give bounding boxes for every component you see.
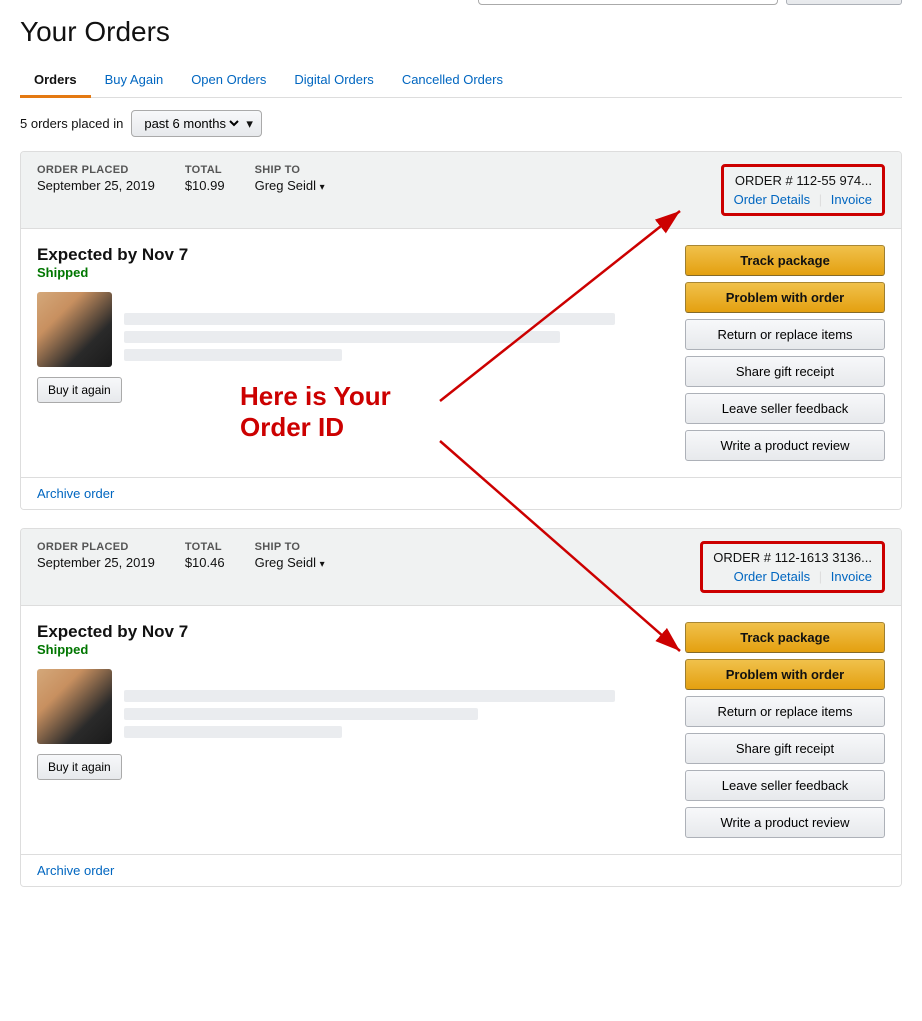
- order-header-1: ORDER PLACED September 25, 2019 TOTAL $1…: [21, 152, 901, 229]
- order-left-2: Expected by Nov 7 Shipped Buy it again: [37, 622, 669, 838]
- orders-container: Here is Your Order ID ORDER PLACED Septe…: [20, 151, 902, 887]
- time-filter-select[interactable]: past 6 months past 3 months past year 20…: [140, 115, 242, 132]
- archive-order-link-1[interactable]: Archive order: [37, 486, 114, 501]
- track-package-button-1[interactable]: Track package: [685, 245, 885, 276]
- product-info-1: [124, 313, 669, 367]
- tab-digital-orders[interactable]: Digital Orders: [280, 64, 387, 98]
- order-placed-section-1: ORDER PLACED September 25, 2019: [37, 164, 155, 193]
- shipped-label-1: Shipped: [37, 265, 669, 280]
- problem-order-button-1[interactable]: Problem with order: [685, 282, 885, 313]
- shipto-dropdown-icon-1[interactable]: ▾: [320, 182, 325, 193]
- order-links-2: Order Details | Invoice: [713, 569, 872, 584]
- problem-order-button-2[interactable]: Problem with order: [685, 659, 885, 690]
- order-total-value-2: $10.46: [185, 555, 225, 570]
- order-total-label-1: TOTAL: [185, 164, 225, 176]
- order-body-1: Expected by Nov 7 Shipped Buy it again: [21, 229, 901, 477]
- tab-open-orders[interactable]: Open Orders: [177, 64, 280, 98]
- order-placed-date-2: September 25, 2019: [37, 555, 155, 570]
- share-gift-button-1[interactable]: Share gift receipt: [685, 356, 885, 387]
- order-card-1: ORDER PLACED September 25, 2019 TOTAL $1…: [20, 151, 902, 510]
- order-shipto-name-1: Greg Seidl ▾: [255, 178, 325, 193]
- order-shipto-section-1: SHIP TO Greg Seidl ▾: [255, 164, 325, 193]
- order-placed-label-2: ORDER PLACED: [37, 541, 155, 553]
- tab-cancelled-orders[interactable]: Cancelled Orders: [388, 64, 517, 98]
- product-bar-1b: [124, 331, 560, 343]
- delivery-title-2: Expected by Nov 7: [37, 622, 669, 642]
- invoice-link-2[interactable]: Invoice: [831, 569, 872, 584]
- shipped-label-2: Shipped: [37, 642, 669, 657]
- order-total-value-1: $10.99: [185, 178, 225, 193]
- archive-order-link-2[interactable]: Archive order: [37, 863, 114, 878]
- product-bar-2c: [124, 726, 342, 738]
- delivery-status-1: Expected by Nov 7 Shipped: [37, 245, 669, 280]
- product-bar-1c: [124, 349, 342, 361]
- order-body-2: Expected by Nov 7 Shipped Buy it again: [21, 606, 901, 854]
- order-actions-1: Track package Problem with order Return …: [685, 245, 885, 461]
- orders-count: 5 orders placed in: [20, 116, 123, 131]
- product-review-button-1[interactable]: Write a product review: [685, 430, 885, 461]
- order-number-section-1: ORDER # 112-55 974... Order Details | In…: [721, 164, 885, 216]
- order-details-link-2[interactable]: Order Details: [734, 569, 811, 584]
- order-number-display-1: ORDER # 112-55 974...: [734, 173, 872, 188]
- order-shipto-section-2: SHIP TO Greg Seidl ▾: [255, 541, 325, 570]
- order-number-display-2: ORDER # 112-1613 3136...: [713, 550, 872, 565]
- buy-again-button-2[interactable]: Buy it again: [37, 754, 122, 780]
- dropdown-caret-icon: ▾: [246, 116, 253, 132]
- order-footer-1: Archive order: [21, 477, 901, 509]
- order-total-section-1: TOTAL $10.99: [185, 164, 225, 193]
- time-filter-dropdown[interactable]: past 6 months past 3 months past year 20…: [131, 110, 262, 137]
- order-placed-section-2: ORDER PLACED September 25, 2019: [37, 541, 155, 570]
- page-title: Your Orders: [20, 16, 170, 48]
- tab-buy-again[interactable]: Buy Again: [91, 64, 178, 98]
- order-footer-2: Archive order: [21, 854, 901, 886]
- order-shipto-label-1: SHIP TO: [255, 164, 325, 176]
- invoice-link-1[interactable]: Invoice: [831, 192, 872, 207]
- order-links-sep-1: |: [819, 192, 822, 207]
- product-review-button-2[interactable]: Write a product review: [685, 807, 885, 838]
- order-placed-date-1: September 25, 2019: [37, 178, 155, 193]
- track-package-button-2[interactable]: Track package: [685, 622, 885, 653]
- seller-feedback-button-1[interactable]: Leave seller feedback: [685, 393, 885, 424]
- order-actions-2: Track package Problem with order Return …: [685, 622, 885, 838]
- product-row-2: [37, 669, 669, 744]
- order-links-1: Order Details | Invoice: [734, 192, 872, 207]
- search-box[interactable]: [478, 0, 778, 5]
- orders-summary: 5 orders placed in past 6 months past 3 …: [20, 110, 902, 137]
- order-header-2: ORDER PLACED September 25, 2019 TOTAL $1…: [21, 529, 901, 606]
- product-bar-2b: [124, 708, 478, 720]
- order-card-2: ORDER PLACED September 25, 2019 TOTAL $1…: [20, 528, 902, 887]
- order-shipto-name-2: Greg Seidl ▾: [255, 555, 325, 570]
- order-left-1: Expected by Nov 7 Shipped Buy it again: [37, 245, 669, 461]
- shipto-dropdown-icon-2[interactable]: ▾: [320, 559, 325, 570]
- share-gift-button-2[interactable]: Share gift receipt: [685, 733, 885, 764]
- tabs-nav: Orders Buy Again Open Orders Digital Ord…: [20, 64, 902, 98]
- buy-again-button-1[interactable]: Buy it again: [37, 377, 122, 403]
- order-shipto-label-2: SHIP TO: [255, 541, 325, 553]
- seller-feedback-button-2[interactable]: Leave seller feedback: [685, 770, 885, 801]
- return-replace-button-2[interactable]: Return or replace items: [685, 696, 885, 727]
- product-info-2: [124, 690, 669, 744]
- order-details-link-1[interactable]: Order Details: [734, 192, 811, 207]
- delivery-title-1: Expected by Nov 7: [37, 245, 669, 265]
- product-image-2: [37, 669, 112, 744]
- tab-orders[interactable]: Orders: [20, 64, 91, 98]
- search-orders-button[interactable]: Search Orders: [786, 0, 902, 5]
- order-links-sep-2: |: [819, 569, 822, 584]
- delivery-status-2: Expected by Nov 7 Shipped: [37, 622, 669, 657]
- product-row-1: [37, 292, 669, 367]
- order-placed-label-1: ORDER PLACED: [37, 164, 155, 176]
- return-replace-button-1[interactable]: Return or replace items: [685, 319, 885, 350]
- order-total-section-2: TOTAL $10.46: [185, 541, 225, 570]
- product-bar-2a: [124, 690, 615, 702]
- order-number-section-2: ORDER # 112-1613 3136... Order Details |…: [700, 541, 885, 593]
- product-image-1: [37, 292, 112, 367]
- header-search-area: Search Orders: [478, 0, 902, 5]
- order-total-label-2: TOTAL: [185, 541, 225, 553]
- product-bar-1a: [124, 313, 615, 325]
